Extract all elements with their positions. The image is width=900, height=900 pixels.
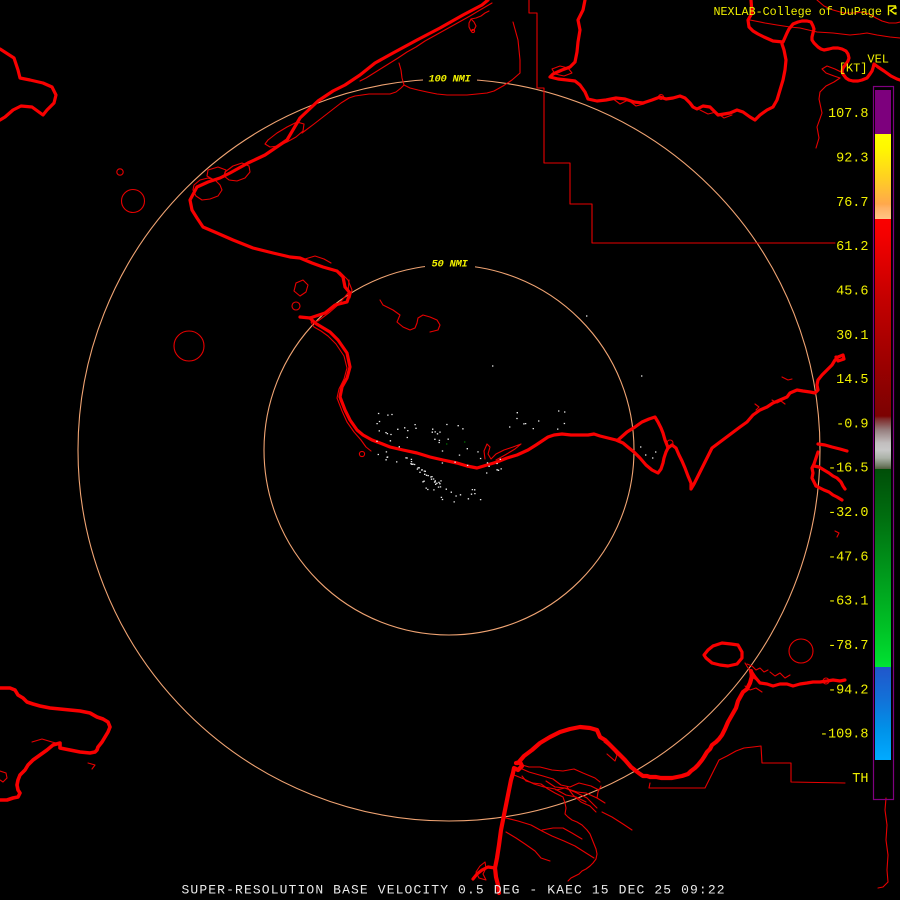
svg-text:SUPER-RESOLUTION BASE VELOCITY: SUPER-RESOLUTION BASE VELOCITY 0.5 DEG -…: [182, 883, 726, 898]
svg-text:NEXLAB-College of DuPage: NEXLAB-College of DuPage: [714, 5, 882, 19]
svg-text:-78.7: -78.7: [828, 639, 869, 654]
svg-text:VEL: VEL: [867, 53, 889, 67]
svg-text:61.2: 61.2: [836, 240, 868, 255]
svg-text:50 NMI: 50 NMI: [431, 259, 468, 271]
svg-text:30.1: 30.1: [836, 329, 868, 344]
svg-text:-109.8: -109.8: [820, 728, 869, 743]
svg-text:TH: TH: [852, 772, 868, 787]
svg-text:107.8: 107.8: [828, 107, 869, 122]
svg-text:45.6: 45.6: [836, 284, 868, 299]
svg-text:-0.9: -0.9: [836, 417, 868, 432]
svg-text:-94.2: -94.2: [828, 683, 869, 698]
svg-text:14.5: 14.5: [836, 373, 868, 388]
svg-text:76.7: 76.7: [836, 196, 868, 211]
svg-text:-47.6: -47.6: [828, 550, 869, 565]
svg-text:[KT]: [KT]: [839, 62, 868, 76]
svg-text:100 NMI: 100 NMI: [428, 74, 471, 86]
svg-text:-63.1: -63.1: [828, 595, 869, 610]
svg-text:92.3: 92.3: [836, 151, 868, 166]
svg-text:-16.5: -16.5: [828, 462, 869, 477]
svg-text:-32.0: -32.0: [828, 506, 869, 521]
